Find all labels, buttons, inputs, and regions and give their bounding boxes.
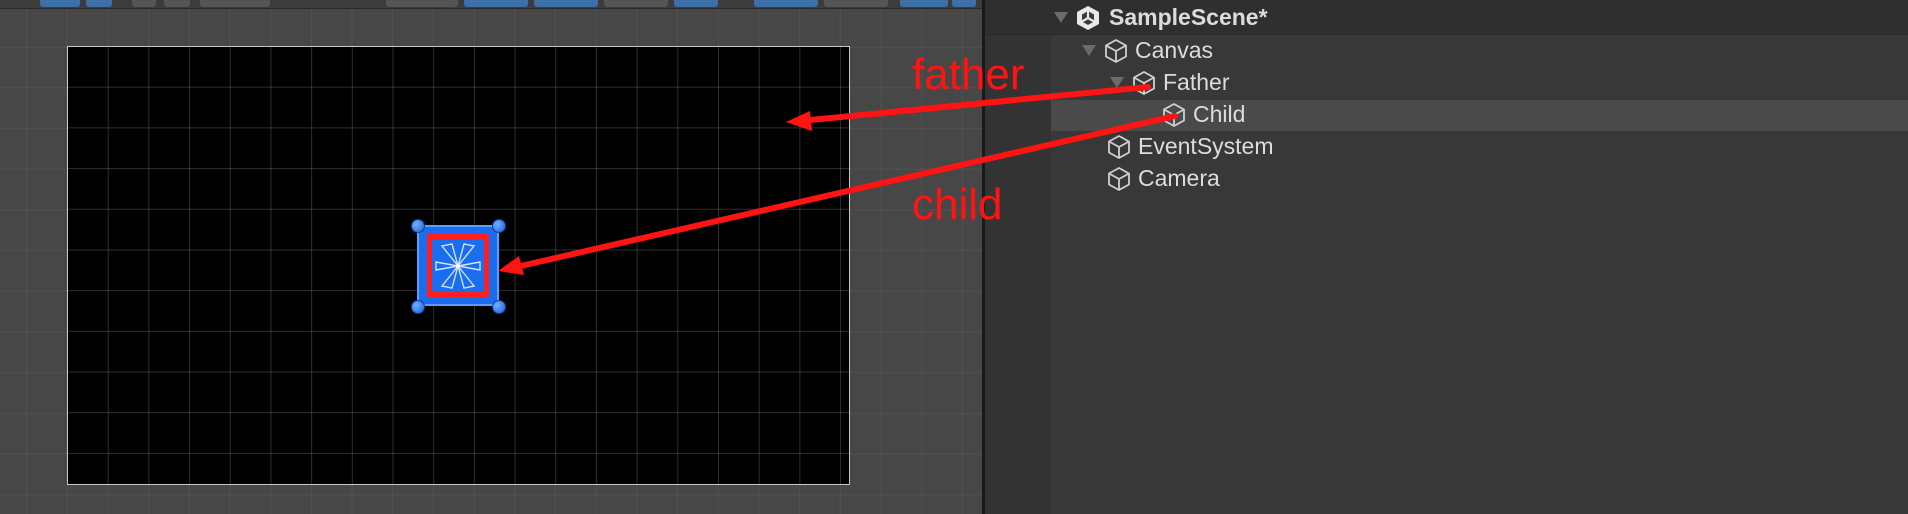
toolbar-button[interactable] — [164, 0, 190, 7]
tree-item-child[interactable]: Child — [1161, 99, 1245, 130]
tree-item-eventsystem[interactable]: EventSystem — [1106, 131, 1274, 162]
gameobject-cube-icon — [1108, 134, 1130, 159]
gameobject-cube-icon — [1105, 38, 1127, 63]
child-annotation-label: child — [912, 180, 1003, 229]
resize-handle-bottom-left[interactable] — [411, 300, 425, 314]
toolbar-button[interactable] — [132, 0, 156, 7]
resize-handle-top-left[interactable] — [411, 219, 425, 233]
foldout-arrow-icon[interactable] — [1110, 77, 1124, 88]
toolbar-button[interactable] — [952, 0, 976, 7]
toolbar-button[interactable] — [40, 0, 80, 7]
tree-item-label: Child — [1193, 101, 1246, 127]
tree-item-father[interactable]: Father — [1110, 67, 1229, 98]
tree-item-canvas[interactable]: Canvas — [1082, 35, 1213, 66]
toolbar-button[interactable] — [86, 0, 112, 7]
toolbar-button[interactable] — [674, 0, 718, 7]
foldout-arrow-icon[interactable] — [1082, 45, 1096, 56]
tree-item-samplescene[interactable]: SampleScene* — [1054, 2, 1268, 33]
gameobject-cube-icon — [1163, 102, 1185, 127]
foldout-arrow-icon[interactable] — [1054, 12, 1068, 23]
tree-item-label: EventSystem — [1138, 133, 1274, 159]
resize-handle-top-right[interactable] — [492, 219, 506, 233]
toolbar-button[interactable] — [200, 0, 270, 7]
rect-transform-gizmo-icon — [435, 243, 481, 289]
toolbar-button[interactable] — [386, 0, 458, 7]
scene-view[interactable] — [0, 0, 982, 514]
hierarchy-panel: SampleScene* Canvas Father Child EventSy… — [985, 0, 1908, 514]
scene-toolbar — [0, 0, 982, 9]
gameobject-cube-icon — [1108, 166, 1130, 191]
tree-item-label: Canvas — [1135, 37, 1213, 63]
father-annotation-label: father — [912, 50, 1025, 99]
unity-scene-icon — [1077, 5, 1099, 30]
toolbar-button[interactable] — [604, 0, 668, 7]
toolbar-button[interactable] — [754, 0, 818, 7]
resize-handle-bottom-right[interactable] — [492, 300, 506, 314]
tree-item-camera[interactable]: Camera — [1106, 163, 1220, 194]
toolbar-button[interactable] — [464, 0, 528, 7]
tree-item-label: Camera — [1138, 165, 1220, 191]
toolbar-button[interactable] — [824, 0, 888, 7]
toolbar-button[interactable] — [900, 0, 948, 7]
tree-item-label: Father — [1163, 69, 1230, 95]
toolbar-button[interactable] — [534, 0, 598, 7]
scene-name: SampleScene* — [1109, 4, 1268, 30]
gameobject-cube-icon — [1133, 70, 1155, 95]
